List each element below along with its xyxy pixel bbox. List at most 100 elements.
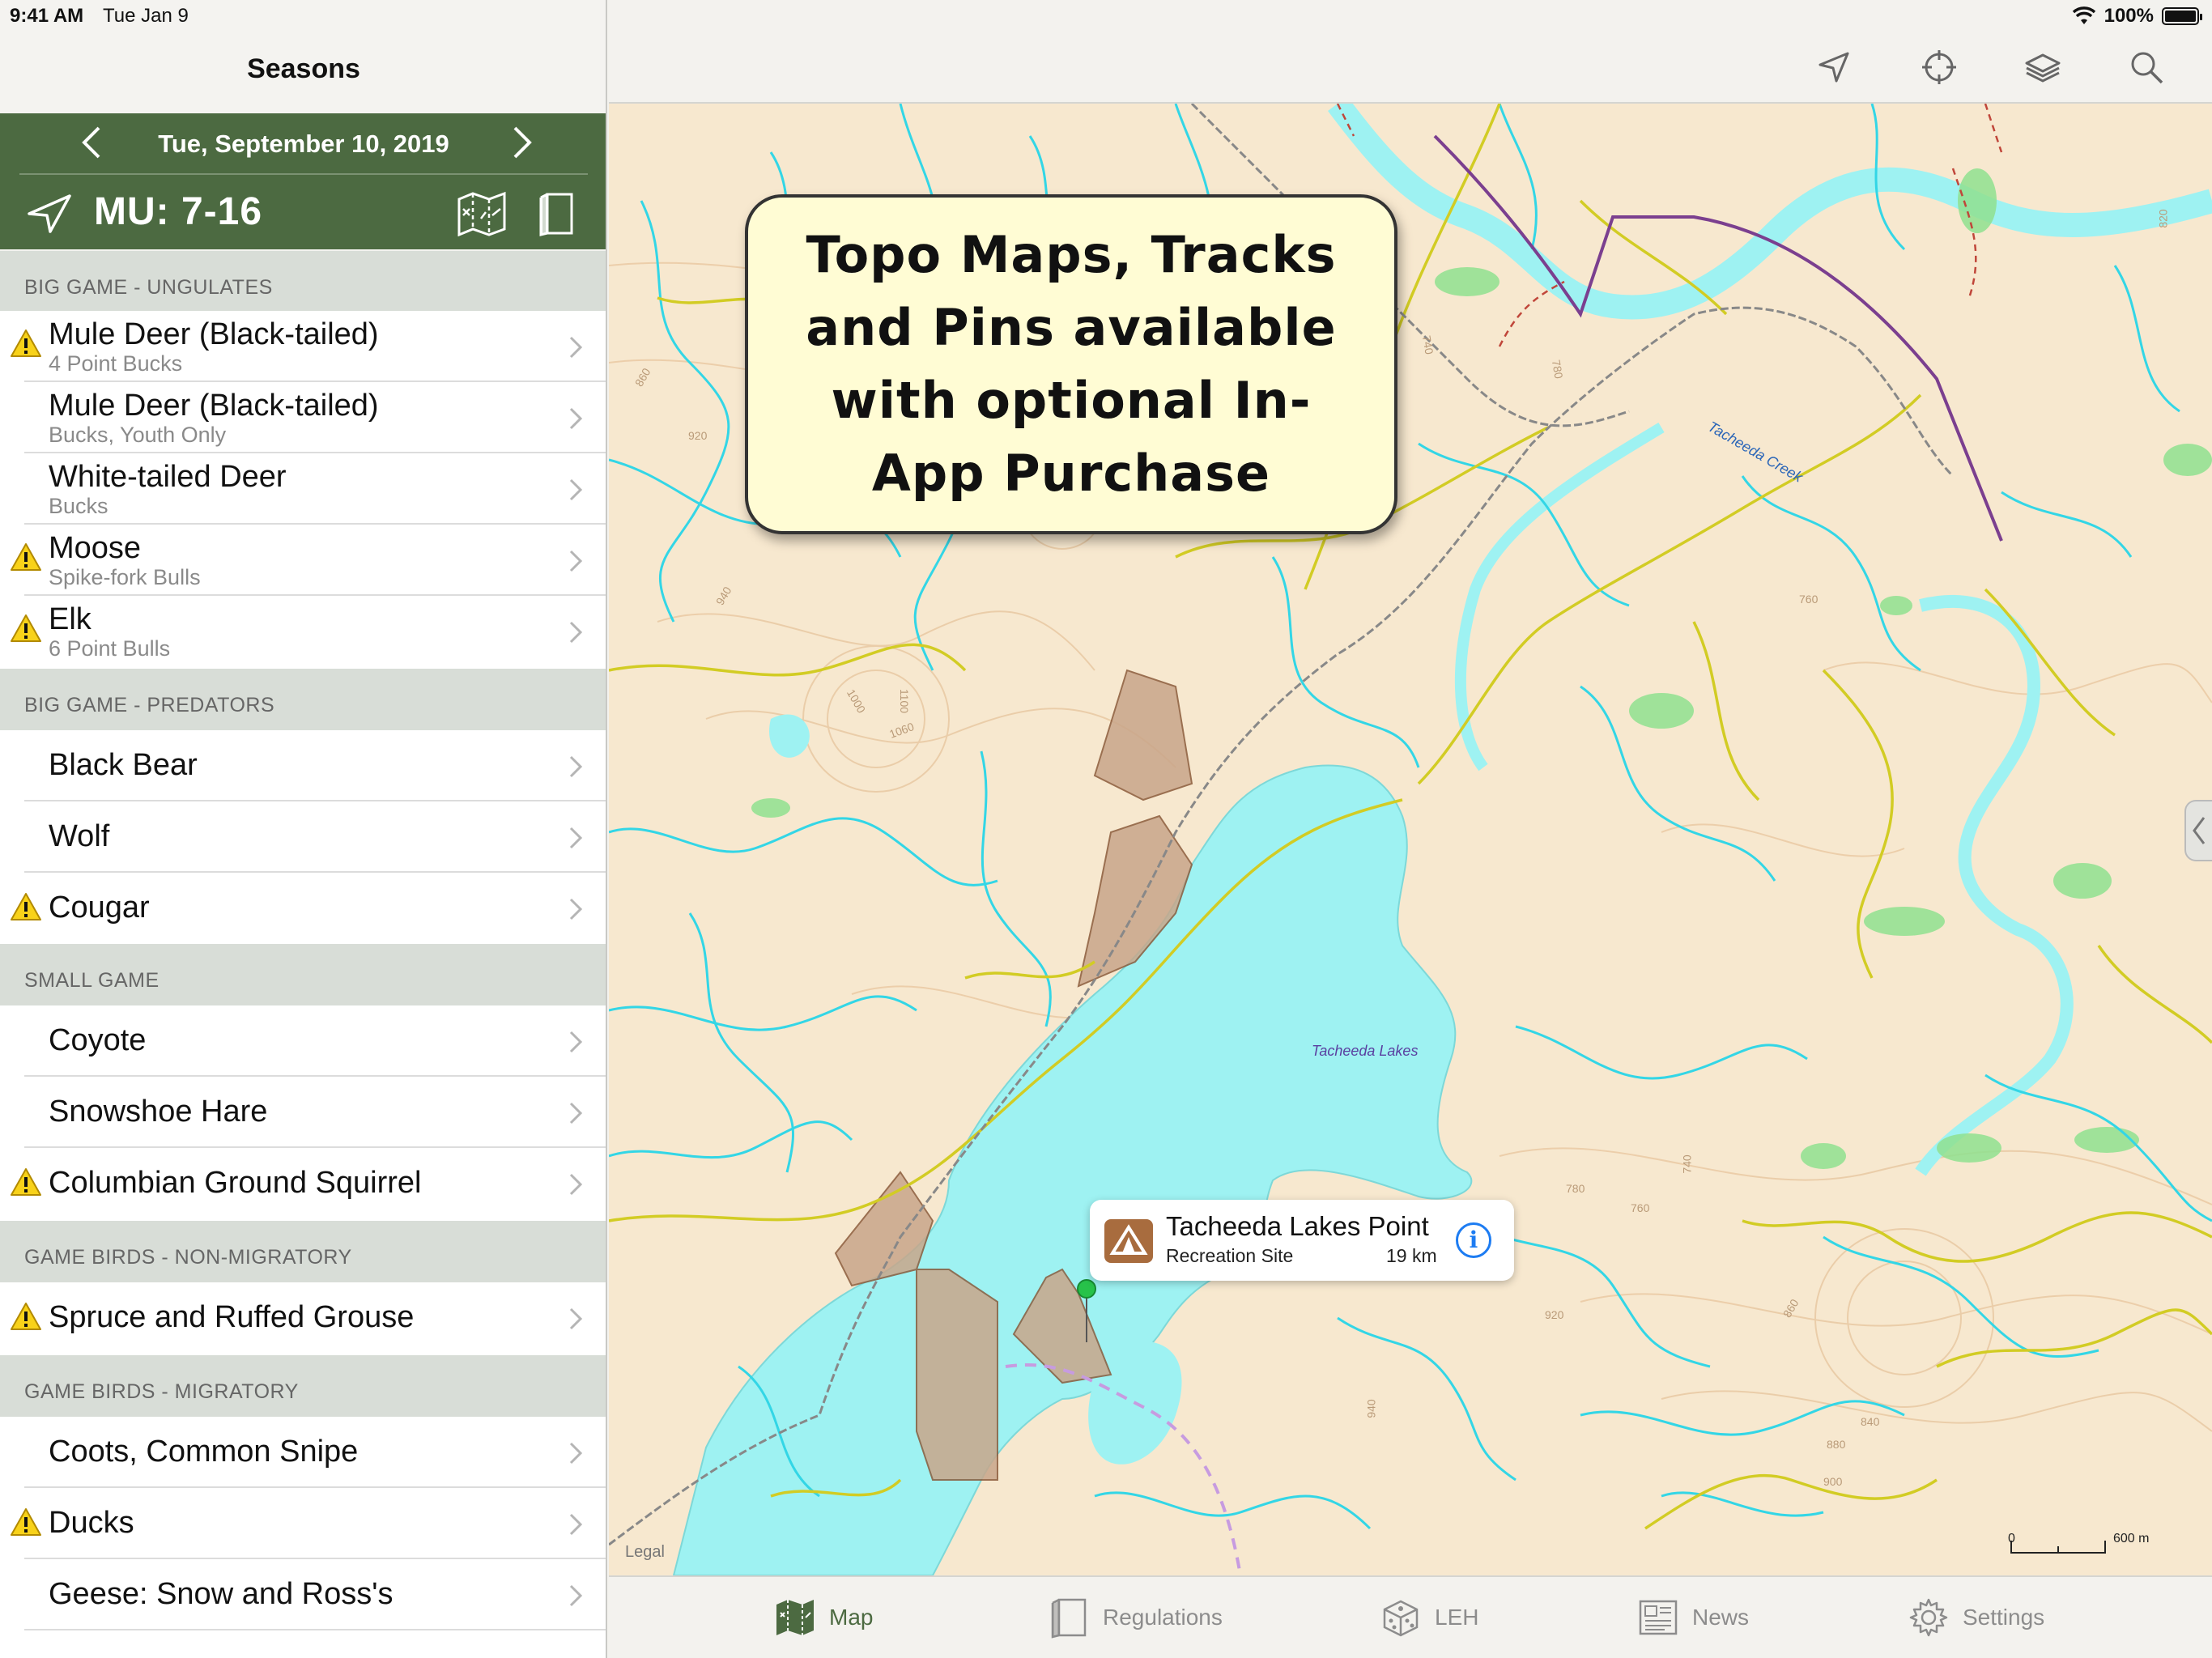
next-date-icon[interactable] bbox=[505, 125, 538, 160]
poi-distance: 19 km bbox=[1386, 1245, 1437, 1266]
list-item-title: Ducks bbox=[49, 1506, 134, 1540]
list-item-title: Geese: Snow and Ross's bbox=[49, 1577, 393, 1611]
sidebar-title: Seasons bbox=[247, 53, 360, 84]
tab-label: Map bbox=[829, 1605, 874, 1630]
list-item[interactable]: Columbian Ground Squirrel bbox=[0, 1148, 606, 1221]
list-item-title: White-tailed Deer bbox=[49, 460, 287, 494]
list-item[interactable]: Mule Deer (Black-tailed) 4 Point Bucks bbox=[0, 311, 606, 382]
region-map-icon[interactable] bbox=[457, 191, 507, 236]
chevron-right-icon bbox=[569, 1442, 583, 1465]
section-big-game-predators: BIG GAME - PREDATORS bbox=[0, 669, 606, 730]
management-unit[interactable]: MU: 7-16 bbox=[94, 189, 262, 234]
chevron-right-icon bbox=[569, 407, 583, 430]
map-icon bbox=[776, 1600, 814, 1635]
list-item-title: Snowshoe Hare bbox=[49, 1095, 268, 1129]
list-item-subtitle: Bucks, Youth Only bbox=[49, 423, 227, 447]
status-right: 100% bbox=[2072, 5, 2202, 28]
legal-link[interactable]: Legal bbox=[625, 1543, 665, 1562]
list-item[interactable]: Snowshoe Hare bbox=[0, 1077, 606, 1148]
newspaper-icon bbox=[1639, 1600, 1678, 1635]
tab-news[interactable]: News bbox=[1637, 1596, 1749, 1639]
contour-label: 920 bbox=[1545, 1308, 1564, 1321]
info-icon[interactable]: i bbox=[1456, 1222, 1491, 1258]
list-item-title: Mule Deer (Black-tailed) bbox=[49, 389, 379, 423]
tab-map[interactable]: Map bbox=[774, 1596, 873, 1639]
list-item-title: Spruce and Ruffed Grouse bbox=[49, 1300, 415, 1334]
warning-icon bbox=[11, 614, 41, 642]
app-root: 9:41 AM Tue Jan 9 100% Seasons Tue, Sept… bbox=[0, 0, 2212, 1658]
list-item[interactable]: White-tailed Deer Bucks bbox=[0, 453, 606, 525]
contour-label: 880 bbox=[1827, 1438, 1846, 1451]
promo-callout: Topo Maps, Tracks and Pins available wit… bbox=[745, 194, 1397, 534]
contour-label: 900 bbox=[1823, 1475, 1843, 1488]
management-unit-row: MU: 7-16 bbox=[0, 176, 606, 249]
gear-icon bbox=[1909, 1598, 1948, 1637]
chevron-right-icon bbox=[569, 755, 583, 778]
chevron-left-icon bbox=[2193, 817, 2206, 844]
chevron-right-icon bbox=[569, 550, 583, 572]
chevron-right-icon bbox=[569, 621, 583, 644]
tab-label: Regulations bbox=[1103, 1605, 1223, 1630]
map-pin-icon[interactable] bbox=[1077, 1279, 1096, 1299]
tab-settings[interactable]: Settings bbox=[1908, 1596, 2044, 1639]
warning-icon bbox=[11, 1168, 41, 1196]
layers-icon[interactable] bbox=[2024, 49, 2061, 86]
list-item-title: Black Bear bbox=[49, 748, 198, 782]
wifi-icon bbox=[2072, 6, 2095, 24]
list-item[interactable]: Coots, Common Snipe bbox=[0, 1417, 606, 1488]
side-panel-handle[interactable] bbox=[2184, 800, 2212, 861]
location-arrow-icon[interactable] bbox=[26, 193, 73, 235]
list-item[interactable]: Wolf bbox=[0, 801, 606, 873]
date-mu-panel: Tue, September 10, 2019 MU: 7-16 bbox=[0, 113, 606, 249]
list-item-title: Moose bbox=[49, 531, 142, 565]
list-item[interactable]: Geese: Snow and Ross's bbox=[0, 1559, 606, 1658]
warning-icon bbox=[11, 329, 41, 357]
tab-regulations[interactable]: Regulations bbox=[1048, 1596, 1223, 1639]
navigation-arrow-icon[interactable] bbox=[1815, 49, 1853, 86]
list-item-subtitle: 6 Point Bulls bbox=[49, 636, 171, 661]
scale-bar: 0 600 m bbox=[2008, 1532, 2149, 1546]
chevron-right-icon bbox=[569, 478, 583, 501]
chevron-right-icon bbox=[569, 1031, 583, 1053]
tab-label: LEH bbox=[1435, 1605, 1479, 1630]
section-small-game: SMALL GAME bbox=[0, 944, 606, 1005]
crosshair-icon[interactable] bbox=[1921, 49, 1958, 86]
regulations-book-icon[interactable] bbox=[538, 191, 575, 236]
list-item[interactable]: Cougar bbox=[0, 873, 606, 944]
chevron-right-icon bbox=[569, 1102, 583, 1124]
warning-icon bbox=[11, 543, 41, 571]
list-item[interactable]: Ducks bbox=[0, 1488, 606, 1559]
book-icon bbox=[1051, 1598, 1087, 1639]
tab-leh[interactable]: LEH bbox=[1380, 1596, 1478, 1639]
list-item-title: Coyote bbox=[49, 1023, 147, 1057]
poi-card[interactable]: Tacheeda Lakes Point Recreation Site 19 … bbox=[1090, 1200, 1514, 1281]
chevron-right-icon bbox=[569, 336, 583, 359]
scale-start: 0 bbox=[2008, 1532, 2015, 1545]
list-item[interactable]: Elk 6 Point Bulls bbox=[0, 596, 606, 669]
list-item[interactable]: Spruce and Ruffed Grouse bbox=[0, 1282, 606, 1355]
battery-icon bbox=[2162, 7, 2202, 25]
list-item[interactable]: Mule Deer (Black-tailed) Bucks, Youth On… bbox=[0, 382, 606, 453]
battery-percent: 100% bbox=[2104, 5, 2154, 27]
poi-type: Recreation Site bbox=[1166, 1245, 1294, 1266]
search-icon[interactable] bbox=[2128, 49, 2165, 86]
chevron-right-icon bbox=[569, 1173, 583, 1196]
list-item[interactable]: Black Bear bbox=[0, 730, 606, 801]
contour-label: 740 bbox=[1680, 1154, 1694, 1174]
selected-date[interactable]: Tue, September 10, 2019 bbox=[19, 130, 588, 159]
status-bar: 9:41 AM Tue Jan 9 100% bbox=[0, 0, 2212, 32]
poi-name: Tacheeda Lakes Point bbox=[1166, 1211, 1429, 1241]
chevron-right-icon bbox=[569, 1513, 583, 1536]
date-selector: Tue, September 10, 2019 bbox=[19, 113, 588, 175]
warning-icon bbox=[11, 1508, 41, 1536]
section-big-game-ungulates: BIG GAME - UNGULATES bbox=[0, 251, 606, 311]
list-item[interactable]: Coyote bbox=[0, 1005, 606, 1077]
lake-label: Tacheeda Lakes bbox=[1312, 1043, 1419, 1059]
list-item-title: Mule Deer (Black-tailed) bbox=[49, 317, 379, 351]
status-date: Tue Jan 9 bbox=[103, 5, 189, 27]
contour-label: 840 bbox=[1861, 1415, 1880, 1428]
list-item[interactable]: Moose Spike-fork Bulls bbox=[0, 525, 606, 596]
list-item-title: Wolf bbox=[49, 819, 110, 853]
warning-icon bbox=[11, 893, 41, 920]
list-item-subtitle: 4 Point Bucks bbox=[49, 351, 183, 376]
